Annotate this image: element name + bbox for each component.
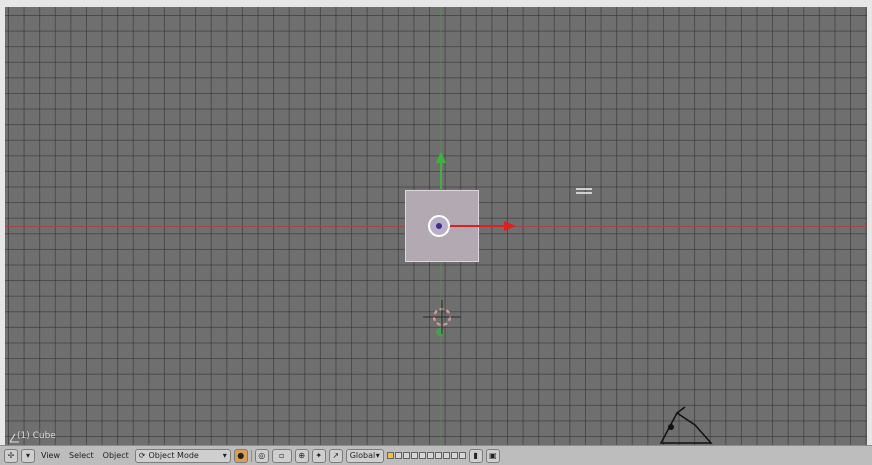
menu-object[interactable]: Object [100,451,132,460]
layer-6[interactable] [426,452,434,459]
lock-icon[interactable]: ▮ [468,448,483,463]
mode-selector[interactable]: ⟳ Object Mode ▾ [134,448,231,463]
manipulator-toggle-icon[interactable]: ✦ [311,448,326,463]
layer-buttons[interactable] [386,452,466,459]
3d-view-header: ✢ ▾ View Select Object ⟳ Object Mode ▾ ●… [0,445,872,465]
object-origin-dot [436,223,442,229]
translate-manipulator-icon[interactable]: ↗ [328,448,343,463]
editor-type-icon[interactable]: ✢ [4,448,18,463]
layer-8[interactable] [442,452,450,459]
manipulator-icon[interactable]: ⊕ [294,448,309,463]
snap-selector[interactable]: ▫ [271,448,292,463]
layer-10[interactable] [458,452,466,459]
layer-2[interactable] [394,452,402,459]
layer-7[interactable] [434,452,442,459]
pivot-selector[interactable]: Global ▾ [345,448,384,463]
y-manipulator-arrow-icon[interactable] [431,151,451,191]
separator [250,449,252,462]
mode-icon: ⟳ [138,451,146,460]
3d-viewport[interactable]: (1) Cube [5,7,867,445]
layer-4[interactable] [410,452,418,459]
layer-9[interactable] [450,452,458,459]
chevron-down-icon: ▾ [375,451,380,460]
pivot-label: Global [349,451,376,460]
blender-window: (1) Cube ✢ ▾ View Select Object ⟳ Object… [0,0,872,465]
render-icon[interactable]: ▣ [485,448,500,463]
pivot-icon[interactable]: ◎ [254,448,269,463]
layer-3[interactable] [402,452,410,459]
menu-select[interactable]: Select [66,451,97,460]
camera-icon[interactable] [655,403,715,445]
x-manipulator-arrow-icon[interactable] [450,216,520,236]
mode-label: Object Mode [148,451,199,460]
layer-5[interactable] [418,452,426,459]
layer-1[interactable] [386,452,394,459]
menu-collapse-icon[interactable]: ▾ [21,448,35,463]
view-object-label: (1) Cube [17,431,56,441]
viewport-shading-icon[interactable]: ● [233,448,248,463]
3d-cursor-icon[interactable] [423,300,461,334]
chevron-down-icon: ▾ [222,451,227,460]
lamp-icon[interactable] [573,185,595,197]
menu-view[interactable]: View [38,451,63,460]
